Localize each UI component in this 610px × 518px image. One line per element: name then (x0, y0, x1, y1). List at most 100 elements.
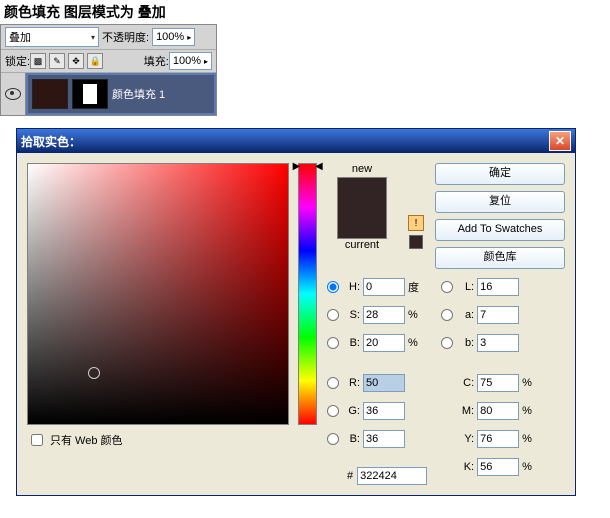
swatch-stack (337, 177, 387, 239)
radio-h[interactable] (327, 281, 339, 293)
lab-cmyk-column: L: a: b: (441, 277, 536, 485)
lock-all-icon[interactable]: 🔒 (87, 53, 103, 69)
field-lab-b: b: (441, 333, 536, 353)
new-label: new (327, 163, 397, 175)
hex-row: # (327, 467, 427, 485)
web-only-label: 只有 Web 颜色 (50, 432, 123, 448)
radio-b-brightness[interactable] (327, 337, 339, 349)
unit-b-brightness: % (408, 337, 422, 349)
label-r: R: (342, 377, 360, 389)
fill-input[interactable]: 100% ▸ (169, 52, 212, 70)
label-h: H: (342, 281, 360, 293)
hex-prefix: # (347, 470, 353, 482)
label-C: C: (456, 377, 474, 389)
layer-mask-thumbnail (72, 79, 108, 109)
layers-panel: 叠加 ▾ 不透明度: 100% ▸ 锁定: ▩ ✎ ✥ 🔒 填充: 100% ▸… (0, 24, 217, 116)
unit-K: % (522, 461, 536, 473)
label-K: K: (456, 461, 474, 473)
radio-g[interactable] (327, 405, 339, 417)
blend-mode-value: 叠加 (9, 29, 31, 45)
field-g: G: (327, 401, 427, 421)
input-L[interactable] (477, 278, 519, 296)
current-color-swatch[interactable] (338, 208, 386, 238)
opacity-value: 100% (156, 31, 184, 43)
layer-row[interactable]: 颜色填充 1 (26, 73, 216, 115)
hue-thumb-icon: ▶◀ (293, 161, 323, 172)
input-Y[interactable] (477, 430, 519, 448)
dialog-titlebar[interactable]: 拾取实色： ✕ (17, 129, 575, 153)
radio-a[interactable] (441, 309, 453, 321)
input-K[interactable] (477, 458, 519, 476)
web-only-input[interactable] (31, 434, 43, 446)
chevron-down-icon: ▾ (91, 33, 95, 42)
label-b-brightness: B: (342, 337, 360, 349)
arrow-icon: ▸ (204, 57, 208, 66)
new-color-swatch[interactable] (338, 178, 386, 208)
field-s: S: % (327, 305, 427, 325)
annotation-text: 颜色填充 图层模式为 叠加 (0, 0, 610, 24)
eye-icon (5, 88, 21, 100)
blend-mode-select[interactable]: 叠加 ▾ (5, 27, 99, 47)
swatch-preview: new current (327, 163, 397, 269)
close-button[interactable]: ✕ (549, 131, 571, 151)
unit-M: % (522, 405, 536, 417)
field-h: H: 度 (327, 277, 427, 297)
dialog-buttons: 确定 复位 Add To Swatches 颜色库 (435, 163, 565, 269)
field-a: a: (441, 305, 536, 325)
hex-input[interactable] (357, 467, 427, 485)
gamut-warning-icon[interactable]: ! (408, 215, 424, 231)
input-a[interactable] (477, 306, 519, 324)
blend-opacity-row: 叠加 ▾ 不透明度: 100% ▸ (1, 25, 216, 50)
fill-label: 填充: (144, 53, 169, 69)
reset-button[interactable]: 复位 (435, 191, 565, 213)
visibility-column[interactable] (1, 73, 26, 115)
lock-transparency-icon[interactable]: ▩ (30, 53, 46, 69)
hsb-rgb-column: H: 度 S: % B: % (327, 277, 427, 485)
lock-fill-row: 锁定: ▩ ✎ ✥ 🔒 填充: 100% ▸ (1, 50, 216, 73)
label-a: a: (456, 309, 474, 321)
unit-Y: % (522, 433, 536, 445)
gamut-swatch[interactable] (409, 235, 423, 249)
field-b-blue: B: (327, 429, 427, 449)
input-lab-b[interactable] (477, 334, 519, 352)
radio-b-blue[interactable] (327, 433, 339, 445)
color-picker-dialog: 拾取实色： ✕ 只有 Web 颜色 ▶◀ new (16, 128, 576, 496)
saturation-value-field[interactable] (27, 163, 289, 425)
close-icon: ✕ (555, 134, 565, 148)
dialog-body: 只有 Web 颜色 ▶◀ new current ! (17, 153, 575, 495)
label-Y: Y: (456, 433, 474, 445)
picker-left: 只有 Web 颜色 (27, 163, 292, 485)
label-g: G: (342, 405, 360, 417)
unit-h: 度 (408, 279, 422, 295)
dialog-title: 拾取实色： (21, 133, 81, 150)
sv-cursor-icon (88, 367, 100, 379)
field-L: L: (441, 277, 536, 297)
input-s[interactable] (363, 306, 405, 324)
add-to-swatches-button[interactable]: Add To Swatches (435, 219, 565, 241)
label-lab-b: b: (456, 337, 474, 349)
input-C[interactable] (477, 374, 519, 392)
color-library-button[interactable]: 颜色库 (435, 247, 565, 269)
layers-list: 颜色填充 1 (1, 73, 216, 115)
radio-lab-b[interactable] (441, 337, 453, 349)
input-r[interactable] (363, 374, 405, 392)
input-M[interactable] (477, 402, 519, 420)
field-K: K: % (441, 457, 536, 477)
input-h[interactable] (363, 278, 405, 296)
lock-pixels-icon[interactable]: ✎ (49, 53, 65, 69)
input-b-blue[interactable] (363, 430, 405, 448)
hue-slider[interactable]: ▶◀ (298, 163, 317, 425)
opacity-label: 不透明度: (102, 29, 149, 45)
radio-r[interactable] (327, 377, 339, 389)
opacity-input[interactable]: 100% ▸ (152, 28, 195, 46)
arrow-icon: ▸ (187, 33, 191, 42)
web-only-checkbox[interactable]: 只有 Web 颜色 (27, 431, 292, 449)
field-C: C: % (441, 373, 536, 393)
ok-button[interactable]: 确定 (435, 163, 565, 185)
input-b-brightness[interactable] (363, 334, 405, 352)
lock-position-icon[interactable]: ✥ (68, 53, 84, 69)
radio-L[interactable] (441, 281, 453, 293)
lock-label: 锁定: (5, 53, 30, 69)
radio-s[interactable] (327, 309, 339, 321)
input-g[interactable] (363, 402, 405, 420)
